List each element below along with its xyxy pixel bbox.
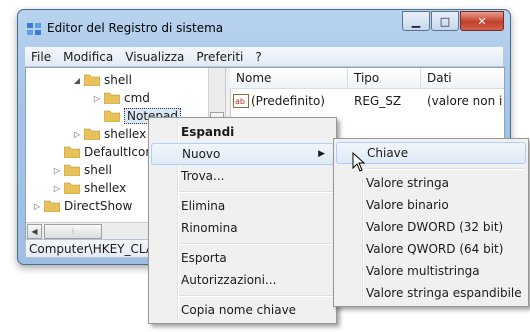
- tree-item[interactable]: ▷ shellex: [72, 125, 146, 143]
- folder-icon: [64, 164, 80, 176]
- regedit-app-icon: [27, 23, 41, 35]
- menu-item-nuovo[interactable]: Nuovo ▶: [151, 143, 334, 165]
- menu-item-espandi[interactable]: Espandi: [151, 121, 334, 143]
- folder-icon: [64, 182, 80, 194]
- tree-item-label: shellex: [104, 127, 147, 141]
- tree-item-label: DirectShow: [64, 199, 133, 213]
- tree-item-label: shellex: [84, 181, 127, 195]
- column-header-nome[interactable]: Nome: [230, 68, 348, 89]
- tree-item-label: DefaultIcon: [84, 145, 153, 159]
- svg-text:ab: ab: [235, 97, 245, 106]
- column-header-dati[interactable]: Dati: [421, 68, 504, 89]
- collapse-arrow-icon[interactable]: ◢: [72, 76, 82, 85]
- menu-item-autorizzazioni[interactable]: Autorizzazioni...: [151, 269, 334, 291]
- menu-file[interactable]: File: [25, 50, 57, 64]
- submenu-item-valore-qword[interactable]: Valore QWORD (64 bit): [336, 238, 526, 260]
- menu-item-esporta[interactable]: Esporta: [151, 247, 334, 269]
- value-data: (valore non i: [427, 94, 503, 108]
- scroll-left-icon[interactable]: ◀: [27, 224, 42, 239]
- menu-help[interactable]: ?: [249, 50, 267, 64]
- folder-icon: [64, 146, 80, 158]
- maximize-icon[interactable]: □: [431, 11, 459, 31]
- menu-visualizza[interactable]: Visualizza: [119, 50, 190, 64]
- folder-icon: [104, 110, 120, 122]
- folder-icon: [104, 92, 120, 104]
- expand-arrow-icon[interactable]: ▷: [72, 130, 82, 139]
- submenu-item-valore-binario[interactable]: Valore binario: [336, 194, 526, 216]
- menu-modifica[interactable]: Modifica: [57, 50, 119, 64]
- folder-icon: [44, 200, 60, 212]
- scroll-thumb[interactable]: ⦙: [44, 224, 102, 239]
- tree-item-label: shell: [104, 73, 132, 87]
- context-menu: Espandi Nuovo ▶ Trova... Elimina Rinomin…: [148, 117, 337, 324]
- menu-separator: [364, 168, 525, 170]
- tree-item[interactable]: ▷ DirectShow: [32, 197, 132, 215]
- caption-buttons: ▁ □ ✕: [401, 11, 504, 31]
- submenu-arrow-icon: ▶: [318, 149, 325, 159]
- expand-arrow-icon[interactable]: ▷: [52, 184, 62, 193]
- submenu-item-valore-stringa-espandibile[interactable]: Valore stringa espandibile: [336, 282, 526, 304]
- menu-bar: File Modifica Visualizza Preferiti ?: [25, 47, 503, 67]
- tree-item-label: cmd: [124, 91, 150, 105]
- column-header-tipo[interactable]: Tipo: [348, 68, 421, 89]
- tree-item[interactable]: ▷ shellex: [52, 179, 126, 197]
- tree-item[interactable]: DefaultIcon: [52, 143, 153, 161]
- submenu-item-valore-multistringa[interactable]: Valore multistringa: [336, 260, 526, 282]
- tree-item[interactable]: ▷ cmd: [92, 89, 150, 107]
- value-name: (Predefinito): [251, 94, 325, 108]
- menu-item-copia-nome-chiave[interactable]: Copia nome chiave: [151, 299, 334, 321]
- tree-item-label: shell: [84, 163, 112, 177]
- folder-icon: [84, 128, 100, 140]
- value-type: REG_SZ: [354, 94, 402, 108]
- submenu-item-valore-stringa[interactable]: Valore stringa: [336, 172, 526, 194]
- window-title: Editor del Registro di sistema: [47, 21, 224, 35]
- menu-preferiti[interactable]: Preferiti: [190, 50, 249, 64]
- menu-separator: [179, 295, 333, 297]
- close-icon[interactable]: ✕: [460, 11, 504, 31]
- menu-item-rinomina[interactable]: Rinomina: [151, 217, 334, 239]
- mouse-cursor-icon: [352, 152, 366, 172]
- tree-item[interactable]: ◢ shell: [72, 71, 132, 89]
- submenu-item-valore-dword[interactable]: Valore DWORD (32 bit): [336, 216, 526, 238]
- tree-item[interactable]: ▷ shell: [52, 161, 112, 179]
- menu-item-trova[interactable]: Trova...: [151, 165, 334, 187]
- folder-icon: [84, 74, 100, 86]
- minimize-icon[interactable]: ▁: [402, 11, 430, 31]
- string-value-icon: ab: [233, 94, 249, 108]
- list-row[interactable]: ab (Predefinito): [233, 92, 325, 110]
- expand-arrow-icon[interactable]: ▷: [92, 94, 102, 103]
- menu-separator: [179, 191, 333, 193]
- menu-item-elimina[interactable]: Elimina: [151, 195, 334, 217]
- expand-arrow-icon[interactable]: ▷: [32, 202, 42, 211]
- menu-separator: [179, 243, 333, 245]
- expand-arrow-icon[interactable]: ▷: [52, 166, 62, 175]
